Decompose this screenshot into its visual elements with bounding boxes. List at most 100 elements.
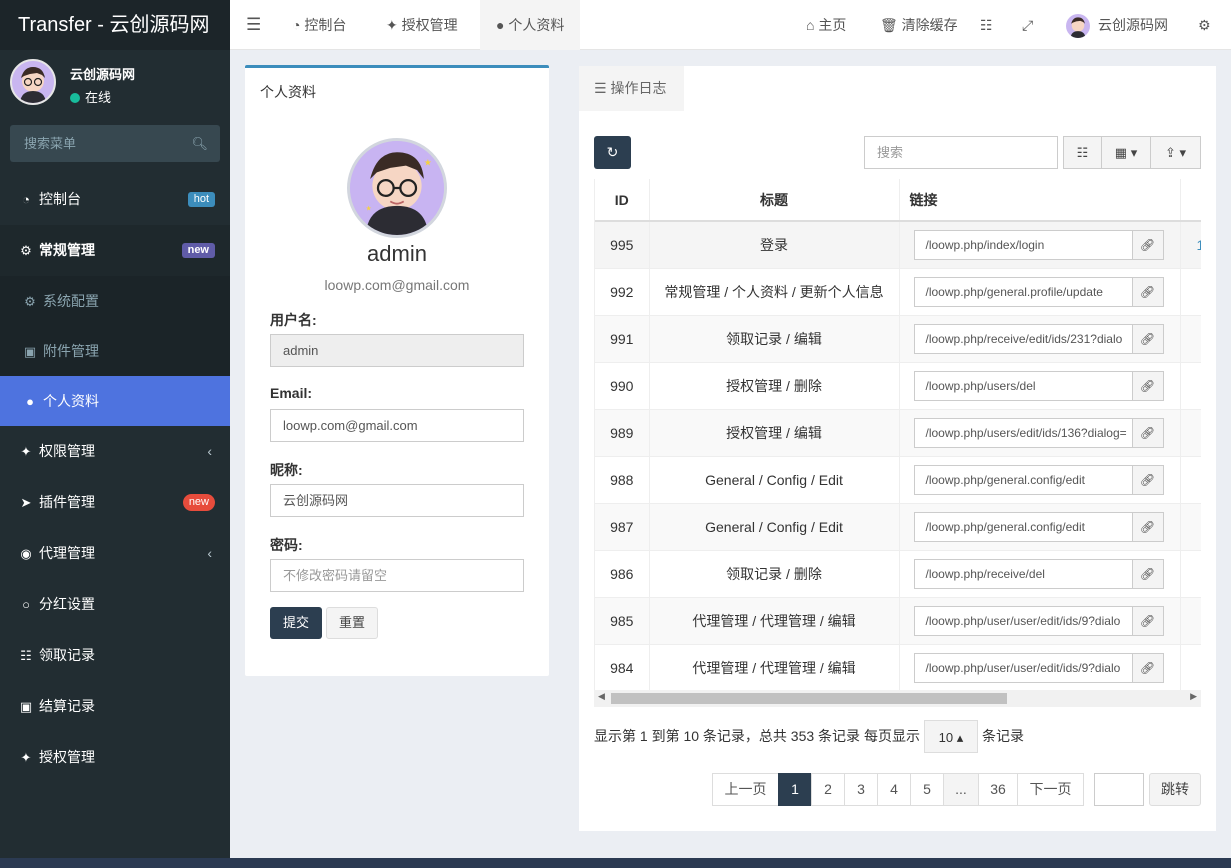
url-field[interactable]: /loowp.php/user/user/edit/ids/9?dialo bbox=[913, 652, 1132, 683]
url-field[interactable]: /loowp.php/receive/edit/ids/231?dialo bbox=[913, 323, 1132, 354]
sidebar-item-auth[interactable]: ✦ 权限管理 ‹ bbox=[0, 426, 230, 477]
table-row[interactable]: 990 授权管理 / 删除/loowp.php/users/del 🔗︎ bbox=[595, 362, 1201, 410]
link-icon[interactable]: 🔗︎ bbox=[1131, 229, 1164, 260]
tab-profile[interactable]: ● 个人资料 bbox=[480, 0, 581, 50]
refresh-button[interactable]: ↻ bbox=[594, 136, 631, 169]
link-icon[interactable]: 🔗︎ bbox=[1131, 605, 1164, 636]
brand-title[interactable]: Transfer - 云创源码网 bbox=[0, 0, 230, 50]
tab-label: 授权管理 bbox=[401, 17, 458, 33]
next-page-button[interactable]: 下一页 bbox=[1017, 773, 1084, 806]
menu-search-input[interactable]: 搜索菜单 🔍︎ bbox=[10, 125, 220, 162]
fullscreen-icon[interactable]: ⤢ bbox=[1022, 0, 1033, 50]
url-field[interactable]: /loowp.php/users/del bbox=[913, 370, 1132, 401]
clear-cache-link[interactable]: 🗑︎ 清除缓存 bbox=[880, 0, 958, 50]
horizontal-scrollbar[interactable]: ◀ ▶ bbox=[594, 690, 1201, 707]
prev-page-button[interactable]: 上一页 bbox=[712, 773, 779, 806]
link-icon[interactable]: 🔗︎ bbox=[1131, 276, 1164, 307]
sidebar-item-attachment[interactable]: ▣ 附件管理 bbox=[0, 326, 230, 376]
scrollbar-thumb[interactable] bbox=[611, 693, 1007, 704]
sidebar-item-plugins[interactable]: ➤ 插件管理 new bbox=[0, 477, 230, 528]
link-icon[interactable]: 🔗︎ bbox=[1131, 511, 1164, 542]
table-row[interactable]: 989 授权管理 / 编辑/loowp.php/users/edit/ids/13… bbox=[595, 409, 1201, 457]
password-field[interactable]: 不修改密码请留空 bbox=[270, 559, 524, 592]
sidebar-item-config[interactable]: ⚙ 系统配置 bbox=[0, 276, 230, 326]
sidebar-item-agents[interactable]: ◉ 代理管理 ‹ bbox=[0, 528, 230, 579]
sidebar-item-general[interactable]: ⚙ 常规管理 new bbox=[0, 225, 230, 276]
reset-button[interactable]: 重置 bbox=[326, 607, 378, 639]
col-header-url[interactable]: 链接 bbox=[899, 179, 1181, 222]
tab-license[interactable]: ✦ 授权管理 bbox=[386, 0, 458, 50]
tab-dashboard[interactable]: ◔ 控制台 bbox=[292, 0, 346, 50]
col-header-id[interactable]: ID bbox=[595, 179, 650, 222]
url-field[interactable]: /loowp.php/index/login bbox=[913, 229, 1132, 260]
url-field[interactable]: /loowp.php/receive/del bbox=[913, 558, 1132, 589]
table-row[interactable]: 986 领取记录 / 删除/loowp.php/receive/del 🔗︎ bbox=[595, 550, 1201, 598]
url-field[interactable]: /loowp.php/general.config/edit bbox=[913, 464, 1132, 495]
link-icon[interactable]: 🔗︎ bbox=[1131, 323, 1164, 354]
scroll-left-icon[interactable]: ◀ bbox=[598, 691, 605, 702]
page-button[interactable]: 1 bbox=[778, 773, 812, 806]
page-size-value: 10 bbox=[938, 730, 954, 745]
link-icon[interactable]: 🔗︎ bbox=[1131, 464, 1164, 495]
export-button[interactable]: ⇪ ▾ bbox=[1150, 136, 1201, 169]
cell-id: 992 bbox=[595, 268, 650, 316]
email-label: Email: bbox=[270, 385, 313, 401]
table-row[interactable]: 995登录/loowp.php/index/login🔗︎1 bbox=[595, 221, 1201, 269]
cell-title: 授权管理 / 编辑 bbox=[649, 409, 900, 457]
toggle-view-button[interactable]: ☷ bbox=[1063, 136, 1102, 169]
submit-button[interactable]: 提交 bbox=[270, 607, 322, 639]
email-field[interactable]: loowp.com@gmail.com bbox=[270, 409, 524, 442]
jump-page-input[interactable] bbox=[1094, 773, 1144, 806]
sidebar-item-license[interactable]: ✦ 授权管理 bbox=[0, 732, 230, 783]
page-size-select[interactable]: 10 ▴ bbox=[923, 720, 978, 753]
url-field[interactable]: /loowp.php/users/edit/ids/136?dialog= bbox=[913, 417, 1132, 448]
user-name: 云创源码网 bbox=[70, 67, 136, 82]
cell-url: /loowp.php/general.config/edit 🔗︎ bbox=[899, 456, 1181, 504]
table-row[interactable]: 985 代理管理 / 代理管理 / 编辑/loowp.php/user/user/… bbox=[595, 597, 1201, 645]
table-search-input[interactable]: 搜索 bbox=[864, 136, 1058, 169]
nickname-field[interactable]: 云创源码网 bbox=[270, 484, 524, 517]
table-row[interactable]: 984 代理管理 / 代理管理 / 编辑/loowp.php/user/user/… bbox=[595, 644, 1201, 691]
menu-toggle-icon[interactable]: ☰ bbox=[246, 0, 261, 50]
col-header-title[interactable]: 标题 bbox=[649, 179, 900, 222]
table-row[interactable]: 991 领取记录 / 编辑/loowp.php/receive/edit/ids/… bbox=[595, 315, 1201, 363]
new-badge: new bbox=[181, 243, 215, 258]
sidebar-item-receive[interactable]: ☷ 领取记录 bbox=[0, 630, 230, 681]
page-button[interactable]: 36 bbox=[978, 773, 1018, 806]
tab-operation-log[interactable]: ☰ 操作日志 bbox=[579, 66, 684, 111]
cell-title: 领取记录 / 删除 bbox=[649, 550, 900, 598]
link-icon[interactable]: 🔗︎ bbox=[1131, 417, 1164, 448]
url-field[interactable]: /loowp.php/user/user/edit/ids/9?dialo bbox=[913, 605, 1132, 636]
url-field[interactable]: /loowp.php/general.config/edit bbox=[913, 511, 1132, 542]
sidebar: Transfer - 云创源码网 云创源码网 在线 搜索菜单 🔍︎ ◔ 控制台 hot… bbox=[0, 0, 230, 868]
language-icon[interactable]: ☷ bbox=[980, 0, 993, 50]
scroll-right-icon[interactable]: ▶ bbox=[1190, 691, 1197, 702]
sidebar-item-settlement[interactable]: ▣ 结算记录 bbox=[0, 681, 230, 732]
profile-avatar[interactable]: ★ ★ bbox=[347, 138, 447, 238]
home-link[interactable]: ⌂ 主页 bbox=[806, 0, 846, 50]
page-button[interactable]: 5 bbox=[910, 773, 944, 806]
page-button[interactable]: 2 bbox=[811, 773, 845, 806]
sidebar-item-dividend[interactable]: ○ 分红设置 bbox=[0, 579, 230, 630]
table-row[interactable]: 992 常规管理 / 个人资料 / 更新个人信息/loowp.php/genera… bbox=[595, 268, 1201, 316]
jump-button[interactable]: 跳转 bbox=[1149, 773, 1201, 806]
columns-button[interactable]: ▦ ▾ bbox=[1101, 136, 1151, 169]
link-icon[interactable]: 🔗︎ bbox=[1131, 370, 1164, 401]
sidebar-item-label: 控制台 bbox=[39, 191, 81, 207]
link-icon[interactable]: 🔗︎ bbox=[1131, 652, 1164, 683]
page-button[interactable]: 3 bbox=[844, 773, 878, 806]
table-row[interactable]: 988 General / Config / Edit/loowp.php/gen… bbox=[595, 456, 1201, 504]
page-button[interactable]: 4 bbox=[877, 773, 911, 806]
list-alt-icon: ☷ bbox=[1076, 145, 1089, 160]
sidebar-item-dashboard[interactable]: ◔ 控制台 hot bbox=[0, 174, 230, 225]
export-icon: ⇪ bbox=[1164, 145, 1176, 160]
user-menu[interactable]: 云创源码网 bbox=[1066, 0, 1168, 50]
refresh-icon: ↻ bbox=[606, 144, 619, 160]
table-row[interactable]: 987 General / Config / Edit/loowp.php/gen… bbox=[595, 503, 1201, 551]
sidebar-item-profile[interactable]: ● 个人资料 bbox=[0, 376, 230, 426]
settings-icon[interactable]: ⚙ bbox=[1198, 0, 1211, 50]
link-icon[interactable]: 🔗︎ bbox=[1131, 558, 1164, 589]
url-field[interactable]: /loowp.php/general.profile/update bbox=[913, 276, 1132, 307]
dashboard-icon: ◔ bbox=[292, 17, 301, 33]
sidebar-item-label: 领取记录 bbox=[39, 647, 95, 663]
